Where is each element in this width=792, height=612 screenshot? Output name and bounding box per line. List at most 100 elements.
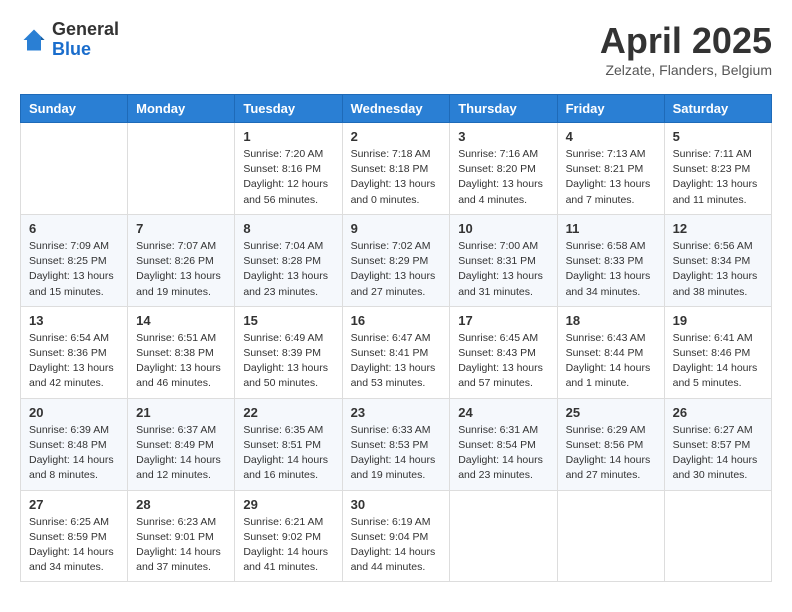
calendar-week-row: 1 Sunrise: 7:20 AM Sunset: 8:16 PM Daylig…	[21, 123, 772, 215]
calendar-cell: 26 Sunrise: 6:27 AM Sunset: 8:57 PM Dayli…	[664, 398, 771, 490]
day-number: 21	[136, 405, 226, 420]
logo-general-text: General	[52, 20, 119, 40]
day-info: Sunrise: 6:23 AM Sunset: 9:01 PM Dayligh…	[136, 515, 226, 576]
calendar-cell: 18Sunrise: 6:43 AM Sunset: 8:44 PM Dayli…	[557, 306, 664, 398]
day-number: 24	[458, 405, 548, 420]
calendar-cell: 3 Sunrise: 7:16 AM Sunset: 8:20 PM Daylig…	[450, 123, 557, 215]
location-subtitle: Zelzate, Flanders, Belgium	[600, 62, 772, 78]
day-number: 25	[566, 405, 656, 420]
day-header-tuesday: Tuesday	[235, 95, 342, 123]
day-number: 14	[136, 313, 226, 328]
day-number: 27	[29, 497, 119, 512]
day-number: 30	[351, 497, 442, 512]
day-number: 15	[243, 313, 333, 328]
calendar-cell	[450, 490, 557, 582]
calendar-cell: 4Sunrise: 7:13 AM Sunset: 8:21 PM Daylig…	[557, 123, 664, 215]
day-number: 9	[351, 221, 442, 236]
day-number: 16	[351, 313, 442, 328]
day-info: Sunrise: 6:31 AM Sunset: 8:54 PM Dayligh…	[458, 423, 548, 484]
day-number: 20	[29, 405, 119, 420]
calendar-cell	[128, 123, 235, 215]
calendar-week-row: 13Sunrise: 6:54 AM Sunset: 8:36 PM Dayli…	[21, 306, 772, 398]
day-info: Sunrise: 7:13 AM Sunset: 8:21 PM Dayligh…	[566, 147, 656, 208]
day-info: Sunrise: 6:25 AM Sunset: 8:59 PM Dayligh…	[29, 515, 119, 576]
day-info: Sunrise: 6:51 AM Sunset: 8:38 PM Dayligh…	[136, 331, 226, 392]
calendar-week-row: 27 Sunrise: 6:25 AM Sunset: 8:59 PM Dayli…	[21, 490, 772, 582]
calendar-cell: 27 Sunrise: 6:25 AM Sunset: 8:59 PM Dayli…	[21, 490, 128, 582]
day-number: 2	[351, 129, 442, 144]
day-info: Sunrise: 7:07 AM Sunset: 8:26 PM Dayligh…	[136, 239, 226, 300]
calendar-cell: 29Sunrise: 6:21 AM Sunset: 9:02 PM Dayli…	[235, 490, 342, 582]
calendar-cell: 1 Sunrise: 7:20 AM Sunset: 8:16 PM Daylig…	[235, 123, 342, 215]
day-info: Sunrise: 6:45 AM Sunset: 8:43 PM Dayligh…	[458, 331, 548, 392]
calendar-cell: 11 Sunrise: 6:58 AM Sunset: 8:33 PM Dayli…	[557, 214, 664, 306]
calendar-cell: 5 Sunrise: 7:11 AM Sunset: 8:23 PM Daylig…	[664, 123, 771, 215]
title-block: April 2025 Zelzate, Flanders, Belgium	[600, 20, 772, 78]
logo-text: General Blue	[52, 20, 119, 60]
calendar-cell: 6 Sunrise: 7:09 AM Sunset: 8:25 PM Daylig…	[21, 214, 128, 306]
month-title: April 2025	[600, 20, 772, 62]
day-header-sunday: Sunday	[21, 95, 128, 123]
calendar-cell: 10 Sunrise: 7:00 AM Sunset: 8:31 PM Dayli…	[450, 214, 557, 306]
day-header-monday: Monday	[128, 95, 235, 123]
calendar-cell: 21Sunrise: 6:37 AM Sunset: 8:49 PM Dayli…	[128, 398, 235, 490]
page-header: General Blue April 2025 Zelzate, Flander…	[20, 20, 772, 78]
day-info: Sunrise: 7:20 AM Sunset: 8:16 PM Dayligh…	[243, 147, 333, 208]
calendar-cell: 24 Sunrise: 6:31 AM Sunset: 8:54 PM Dayli…	[450, 398, 557, 490]
day-info: Sunrise: 6:58 AM Sunset: 8:33 PM Dayligh…	[566, 239, 656, 300]
day-info: Sunrise: 6:43 AM Sunset: 8:44 PM Dayligh…	[566, 331, 656, 392]
calendar-cell: 17Sunrise: 6:45 AM Sunset: 8:43 PM Dayli…	[450, 306, 557, 398]
day-info: Sunrise: 7:16 AM Sunset: 8:20 PM Dayligh…	[458, 147, 548, 208]
logo: General Blue	[20, 20, 119, 60]
calendar-cell: 16Sunrise: 6:47 AM Sunset: 8:41 PM Dayli…	[342, 306, 450, 398]
calendar-cell: 2 Sunrise: 7:18 AM Sunset: 8:18 PM Daylig…	[342, 123, 450, 215]
calendar-cell: 8Sunrise: 7:04 AM Sunset: 8:28 PM Daylig…	[235, 214, 342, 306]
calendar-cell: 19Sunrise: 6:41 AM Sunset: 8:46 PM Dayli…	[664, 306, 771, 398]
day-number: 5	[673, 129, 763, 144]
day-number: 6	[29, 221, 119, 236]
day-number: 11	[566, 221, 656, 236]
day-number: 3	[458, 129, 548, 144]
day-header-thursday: Thursday	[450, 95, 557, 123]
day-number: 1	[243, 129, 333, 144]
calendar-cell: 22Sunrise: 6:35 AM Sunset: 8:51 PM Dayli…	[235, 398, 342, 490]
day-number: 8	[243, 221, 333, 236]
calendar-week-row: 6 Sunrise: 7:09 AM Sunset: 8:25 PM Daylig…	[21, 214, 772, 306]
calendar-cell: 9Sunrise: 7:02 AM Sunset: 8:29 PM Daylig…	[342, 214, 450, 306]
day-header-friday: Friday	[557, 95, 664, 123]
day-info: Sunrise: 6:33 AM Sunset: 8:53 PM Dayligh…	[351, 423, 442, 484]
day-info: Sunrise: 7:09 AM Sunset: 8:25 PM Dayligh…	[29, 239, 119, 300]
calendar-cell: 28Sunrise: 6:23 AM Sunset: 9:01 PM Dayli…	[128, 490, 235, 582]
calendar-cell: 14 Sunrise: 6:51 AM Sunset: 8:38 PM Dayli…	[128, 306, 235, 398]
day-info: Sunrise: 7:11 AM Sunset: 8:23 PM Dayligh…	[673, 147, 763, 208]
day-info: Sunrise: 7:00 AM Sunset: 8:31 PM Dayligh…	[458, 239, 548, 300]
calendar-cell: 23Sunrise: 6:33 AM Sunset: 8:53 PM Dayli…	[342, 398, 450, 490]
calendar-cell	[21, 123, 128, 215]
calendar-cell: 15 Sunrise: 6:49 AM Sunset: 8:39 PM Dayli…	[235, 306, 342, 398]
calendar-table: SundayMondayTuesdayWednesdayThursdayFrid…	[20, 94, 772, 582]
day-info: Sunrise: 6:39 AM Sunset: 8:48 PM Dayligh…	[29, 423, 119, 484]
day-info: Sunrise: 6:56 AM Sunset: 8:34 PM Dayligh…	[673, 239, 763, 300]
calendar-cell: 25 Sunrise: 6:29 AM Sunset: 8:56 PM Dayli…	[557, 398, 664, 490]
day-info: Sunrise: 6:27 AM Sunset: 8:57 PM Dayligh…	[673, 423, 763, 484]
logo-blue-text: Blue	[52, 40, 119, 60]
day-header-wednesday: Wednesday	[342, 95, 450, 123]
calendar-cell: 12Sunrise: 6:56 AM Sunset: 8:34 PM Dayli…	[664, 214, 771, 306]
day-number: 26	[673, 405, 763, 420]
calendar-cell: 20 Sunrise: 6:39 AM Sunset: 8:48 PM Dayli…	[21, 398, 128, 490]
day-number: 7	[136, 221, 226, 236]
logo-icon	[20, 26, 48, 54]
day-number: 10	[458, 221, 548, 236]
calendar-cell: 7 Sunrise: 7:07 AM Sunset: 8:26 PM Daylig…	[128, 214, 235, 306]
day-info: Sunrise: 6:41 AM Sunset: 8:46 PM Dayligh…	[673, 331, 763, 392]
day-info: Sunrise: 7:18 AM Sunset: 8:18 PM Dayligh…	[351, 147, 442, 208]
day-info: Sunrise: 6:21 AM Sunset: 9:02 PM Dayligh…	[243, 515, 333, 576]
day-header-saturday: Saturday	[664, 95, 771, 123]
calendar-cell: 30 Sunrise: 6:19 AM Sunset: 9:04 PM Dayli…	[342, 490, 450, 582]
day-info: Sunrise: 6:29 AM Sunset: 8:56 PM Dayligh…	[566, 423, 656, 484]
calendar-cell	[664, 490, 771, 582]
day-info: Sunrise: 6:35 AM Sunset: 8:51 PM Dayligh…	[243, 423, 333, 484]
day-info: Sunrise: 6:49 AM Sunset: 8:39 PM Dayligh…	[243, 331, 333, 392]
calendar-header-row: SundayMondayTuesdayWednesdayThursdayFrid…	[21, 95, 772, 123]
day-info: Sunrise: 6:19 AM Sunset: 9:04 PM Dayligh…	[351, 515, 442, 576]
